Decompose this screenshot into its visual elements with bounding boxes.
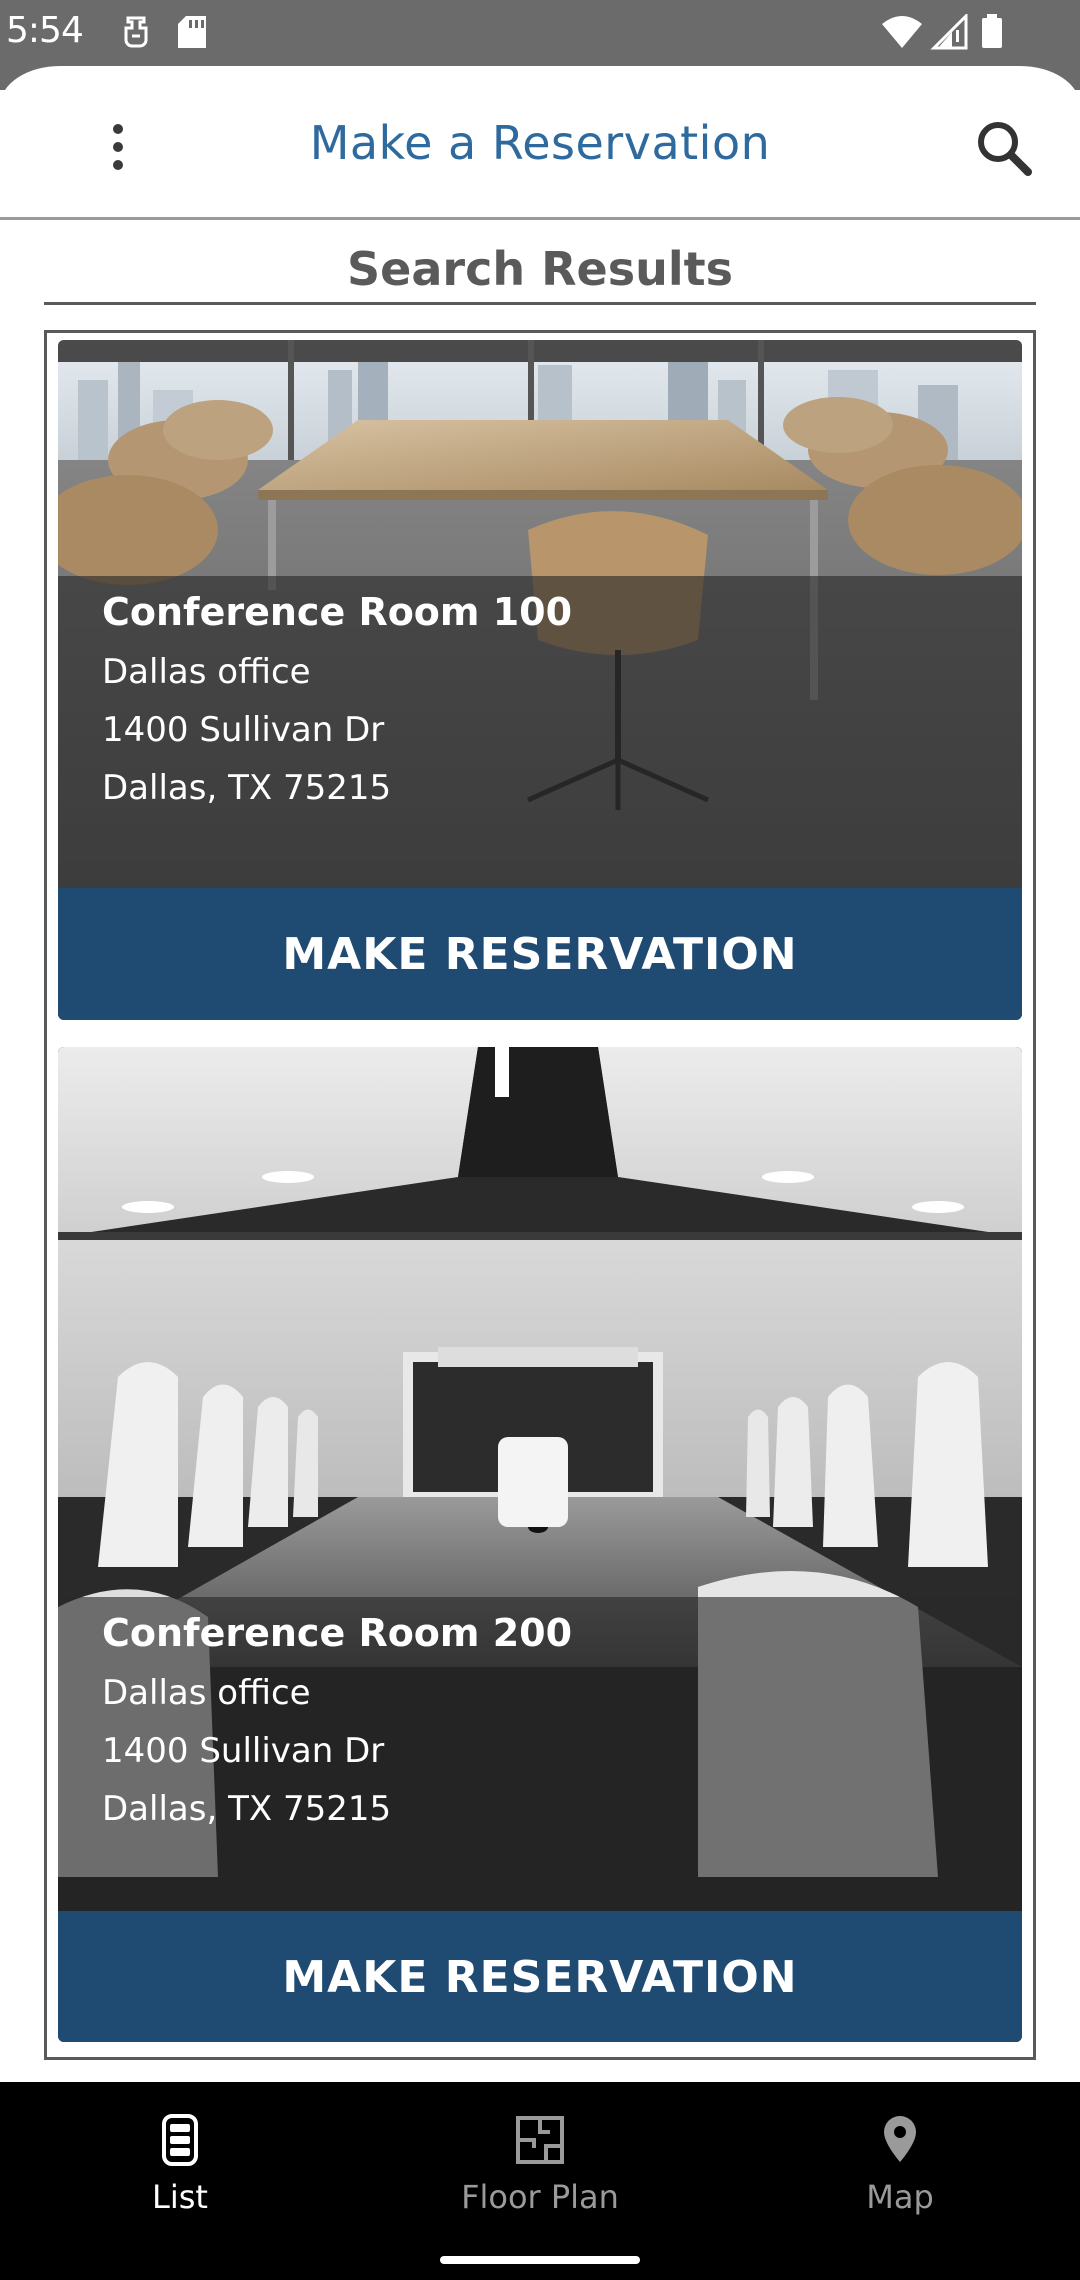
- room-card[interactable]: Conference Room 200 Dallas office 1400 S…: [58, 1047, 1022, 2042]
- vpn-key-icon: [124, 16, 148, 48]
- wifi-icon: [882, 16, 922, 48]
- nav-item-floor-plan[interactable]: Floor Plan: [390, 2112, 690, 2216]
- status-time: 5:54: [6, 10, 84, 51]
- room-info: Conference Room 200 Dallas office 1400 S…: [58, 1597, 1022, 1911]
- list-icon: [162, 2114, 198, 2166]
- room-street: 1400 Sullivan Dr: [102, 710, 385, 750]
- results-title: Search Results: [347, 242, 733, 296]
- home-indicator[interactable]: [440, 2256, 640, 2264]
- room-city: Dallas, TX 75215: [102, 1789, 392, 1829]
- cell-signal-icon: [930, 14, 968, 50]
- floor-plan-icon: [516, 2116, 564, 2164]
- room-card[interactable]: Conference Room 100 Dallas office 1400 S…: [58, 340, 1022, 1020]
- make-reservation-button[interactable]: MAKE RESERVATION: [58, 1911, 1022, 2042]
- room-office: Dallas office: [102, 652, 311, 692]
- room-city: Dallas, TX 75215: [102, 768, 392, 808]
- room-name: Conference Room 200: [102, 1611, 573, 1655]
- page-title: Make a Reservation: [309, 116, 771, 170]
- nav-label-map: Map: [866, 2178, 934, 2216]
- nav-item-list[interactable]: List: [30, 2112, 330, 2216]
- battery-icon: [982, 14, 1002, 48]
- nav-label-list: List: [152, 2178, 208, 2216]
- make-reservation-button[interactable]: MAKE RESERVATION: [58, 888, 1022, 1020]
- nav-label-floor-plan: Floor Plan: [461, 2178, 619, 2216]
- room-info: Conference Room 100 Dallas office 1400 S…: [58, 576, 1022, 888]
- app-header: Make a Reservation: [0, 90, 1080, 220]
- status-bar: 5:54: [0, 0, 1080, 66]
- results-divider: [44, 302, 1036, 305]
- room-name: Conference Room 100: [102, 590, 573, 634]
- map-pin-icon: [884, 2116, 916, 2162]
- search-icon[interactable]: [970, 114, 1040, 184]
- sd-card-icon: [178, 16, 206, 48]
- room-office: Dallas office: [102, 1673, 311, 1713]
- room-street: 1400 Sullivan Dr: [102, 1731, 385, 1771]
- nav-item-map[interactable]: Map: [750, 2112, 1050, 2216]
- bottom-nav: List Floor Plan Map: [0, 2082, 1080, 2280]
